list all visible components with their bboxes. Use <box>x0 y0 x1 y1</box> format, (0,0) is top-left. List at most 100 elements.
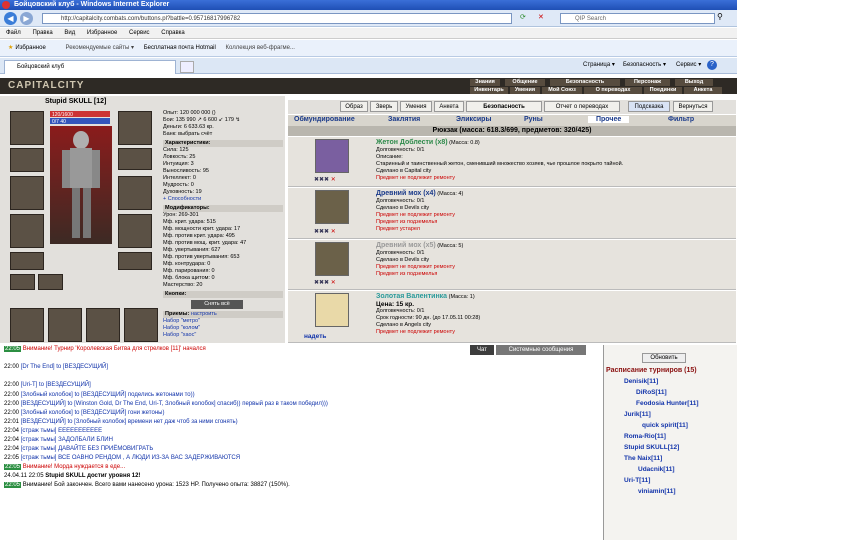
item-name[interactable]: Жетон Доблести (x8) <box>376 139 448 146</box>
menu-favorites[interactable]: Избранное <box>87 30 117 36</box>
link-clan[interactable]: Мой Союз <box>542 87 582 94</box>
set-kolom[interactable]: Набор "колом" <box>163 325 283 332</box>
token-icon[interactable] <box>315 139 349 173</box>
section-modifiers[interactable]: Модификаторы: <box>163 205 283 212</box>
rune-slot-4[interactable] <box>124 308 158 342</box>
tab-equipment[interactable]: Обмундирование <box>294 116 355 123</box>
help-icon[interactable]: ? <box>707 60 717 70</box>
chat-message[interactable]: [Dr The End] to [ВЕЗДЕСУЩИЙ] <box>21 364 108 370</box>
moss-icon[interactable] <box>315 190 349 224</box>
chat-message[interactable]: [страж тьмы] ЕЕЕЕЕЕЕЕЕЕЕ <box>21 428 102 434</box>
tool-page[interactable]: Страница ▾ <box>583 61 615 68</box>
refresh-button[interactable]: Обновить <box>642 353 686 363</box>
item-name[interactable]: Древний мох (x5) <box>376 242 436 249</box>
menu-edit[interactable]: Правка <box>32 30 52 36</box>
gloves-slot[interactable] <box>118 214 152 248</box>
menu-file[interactable]: Файл <box>6 30 21 36</box>
btn-return[interactable]: Вернуться <box>673 101 713 112</box>
suggested-sites-link[interactable]: Рекомендуемые сайты ▾ <box>65 45 134 51</box>
menu-view[interactable]: Вид <box>64 30 75 36</box>
forward-button[interactable]: ▶ <box>20 12 33 25</box>
player-entry[interactable]: viniamin[11] <box>638 488 676 495</box>
search-input[interactable]: QIP Search <box>560 13 715 24</box>
btn-image[interactable]: Образ <box>340 101 368 112</box>
rune-slot-3[interactable] <box>86 308 120 342</box>
btn-hint[interactable]: Подсказка <box>628 101 670 112</box>
player-entry[interactable]: Jurik[11] <box>624 411 651 418</box>
wear-link[interactable]: надеть <box>304 333 326 340</box>
chat-message[interactable]: [Злобный колобок] to [ВЕЗДЕСУЩИЙ] гони ж… <box>21 410 165 416</box>
stat-bank[interactable]: Банк: выбрать счёт <box>163 131 283 138</box>
btn-transfer-report[interactable]: Отчет о переводах <box>544 101 620 112</box>
chat-message[interactable]: [страж тьмы] ДАВАЙТЕ БЕЗ ПРИЁМОВИГРАТЬ <box>21 446 154 452</box>
belt-slot[interactable] <box>10 252 44 270</box>
btn-profile[interactable]: Анкета <box>434 101 464 112</box>
player-entry[interactable]: DiRoS[11] <box>636 389 667 396</box>
player-entry[interactable]: Udacnik[11] <box>638 466 675 473</box>
chat-message[interactable]: [Uri-T] to [ВЕЗДЕСУЩИЙ] <box>21 382 91 388</box>
refresh-icon[interactable]: ⟳ <box>520 13 526 21</box>
player-entry[interactable]: quick spirit[11] <box>642 422 688 429</box>
tab-spells[interactable]: Заклятия <box>388 116 420 123</box>
item-name[interactable]: Древний мох (x4) <box>376 190 436 197</box>
tab-other[interactable]: Прочее <box>588 116 630 123</box>
back-button[interactable]: ◀ <box>4 12 17 25</box>
link-knowledge[interactable]: Знания <box>470 79 500 86</box>
ring-slot-2[interactable] <box>38 274 63 290</box>
item-actions[interactable]: ✖✖✖ ✕ <box>314 279 336 286</box>
link-profile[interactable]: Анкета <box>684 87 722 94</box>
player-entry[interactable]: Uri-T[11] <box>624 477 650 484</box>
link-skills[interactable]: Умения <box>510 87 540 94</box>
btn-pet[interactable]: Зверь <box>370 101 398 112</box>
link-character[interactable]: Персонаж <box>625 79 670 86</box>
rune-slot-2[interactable] <box>48 308 82 342</box>
helmet-slot[interactable] <box>10 111 44 145</box>
boots-slot[interactable] <box>118 252 152 270</box>
moss-icon[interactable] <box>315 242 349 276</box>
webslice-link[interactable]: Коллекция веб-фрагме... <box>226 45 295 51</box>
ring-slot-1[interactable] <box>10 274 35 290</box>
btn-skills[interactable]: Умения <box>400 101 432 112</box>
tab-system-messages[interactable]: Системные сообщения <box>496 345 586 355</box>
set-haos[interactable]: Набор "хаос" <box>163 332 283 339</box>
tab-chat[interactable]: Чат <box>470 345 494 355</box>
tool-tools[interactable]: Сервис ▾ <box>676 61 701 68</box>
link-exit[interactable]: Выход <box>675 79 713 86</box>
tab-runes[interactable]: Руны <box>524 116 543 123</box>
rune-slot-1[interactable] <box>10 308 44 342</box>
armor-slot[interactable] <box>10 214 44 248</box>
search-icon[interactable]: ⚲ <box>717 12 723 21</box>
link-transfers[interactable]: О переводах <box>584 87 642 94</box>
chat-message[interactable]: [ВЕЗДЕСУЩИЙ] to [Winston Gold, Dr The En… <box>21 401 328 407</box>
address-input[interactable]: http://capitalcity.combats.com/buttons.p… <box>42 13 512 24</box>
player-entry[interactable]: Roma-Rio[11] <box>624 433 666 440</box>
menu-tools[interactable]: Сервис <box>129 30 150 36</box>
set-metro[interactable]: Набор "метро" <box>163 318 283 325</box>
remove-all-button[interactable]: Снять всё <box>191 300 243 309</box>
chat-message[interactable]: [Злобный колобок] to [ВЕЗДЕСУЩИЙ] подели… <box>21 392 195 398</box>
link-security[interactable]: Безопасность <box>550 79 620 86</box>
tab-filter[interactable]: Фильтр <box>668 116 694 123</box>
new-tab-button[interactable] <box>180 61 194 73</box>
tab-combats[interactable]: Бойцовский клуб <box>4 60 176 74</box>
btn-security[interactable]: Безопасность <box>466 101 542 112</box>
link-communication[interactable]: Общение <box>505 79 545 86</box>
favorites-button[interactable]: Избранное <box>15 45 45 51</box>
section-techniques[interactable]: Приемы: настроить <box>163 311 283 318</box>
player-entry[interactable]: Stupid SKULL[12] <box>624 444 679 451</box>
player-entry[interactable]: Feodosia Hunter[11] <box>636 400 698 407</box>
item-name[interactable]: Золотая Валентинка <box>376 293 447 300</box>
abilities-link[interactable]: + Способности <box>163 196 283 203</box>
item-actions[interactable]: ✖✖✖ ✕ <box>314 176 336 183</box>
tab-elixirs[interactable]: Эликсиры <box>456 116 491 123</box>
section-buttons[interactable]: Кнопки: <box>163 291 283 298</box>
amulet-slot[interactable] <box>118 148 152 170</box>
shield-slot[interactable] <box>118 176 152 210</box>
chat-message[interactable]: [страж тьмы] ВСЕ ОАВНО РЕНДОМ , А ЛЮДИ И… <box>21 455 240 461</box>
chat-message[interactable]: [страж тьмы] ЗАДОЛБАЛИ БЛИН <box>21 437 113 443</box>
valentine-icon[interactable] <box>315 293 349 327</box>
player-entry[interactable]: Denisik[11] <box>624 378 658 385</box>
stop-icon[interactable]: ✕ <box>538 13 544 21</box>
tool-security[interactable]: Безопасность ▾ <box>623 61 666 68</box>
section-characteristics[interactable]: Характеристики: <box>163 140 283 147</box>
